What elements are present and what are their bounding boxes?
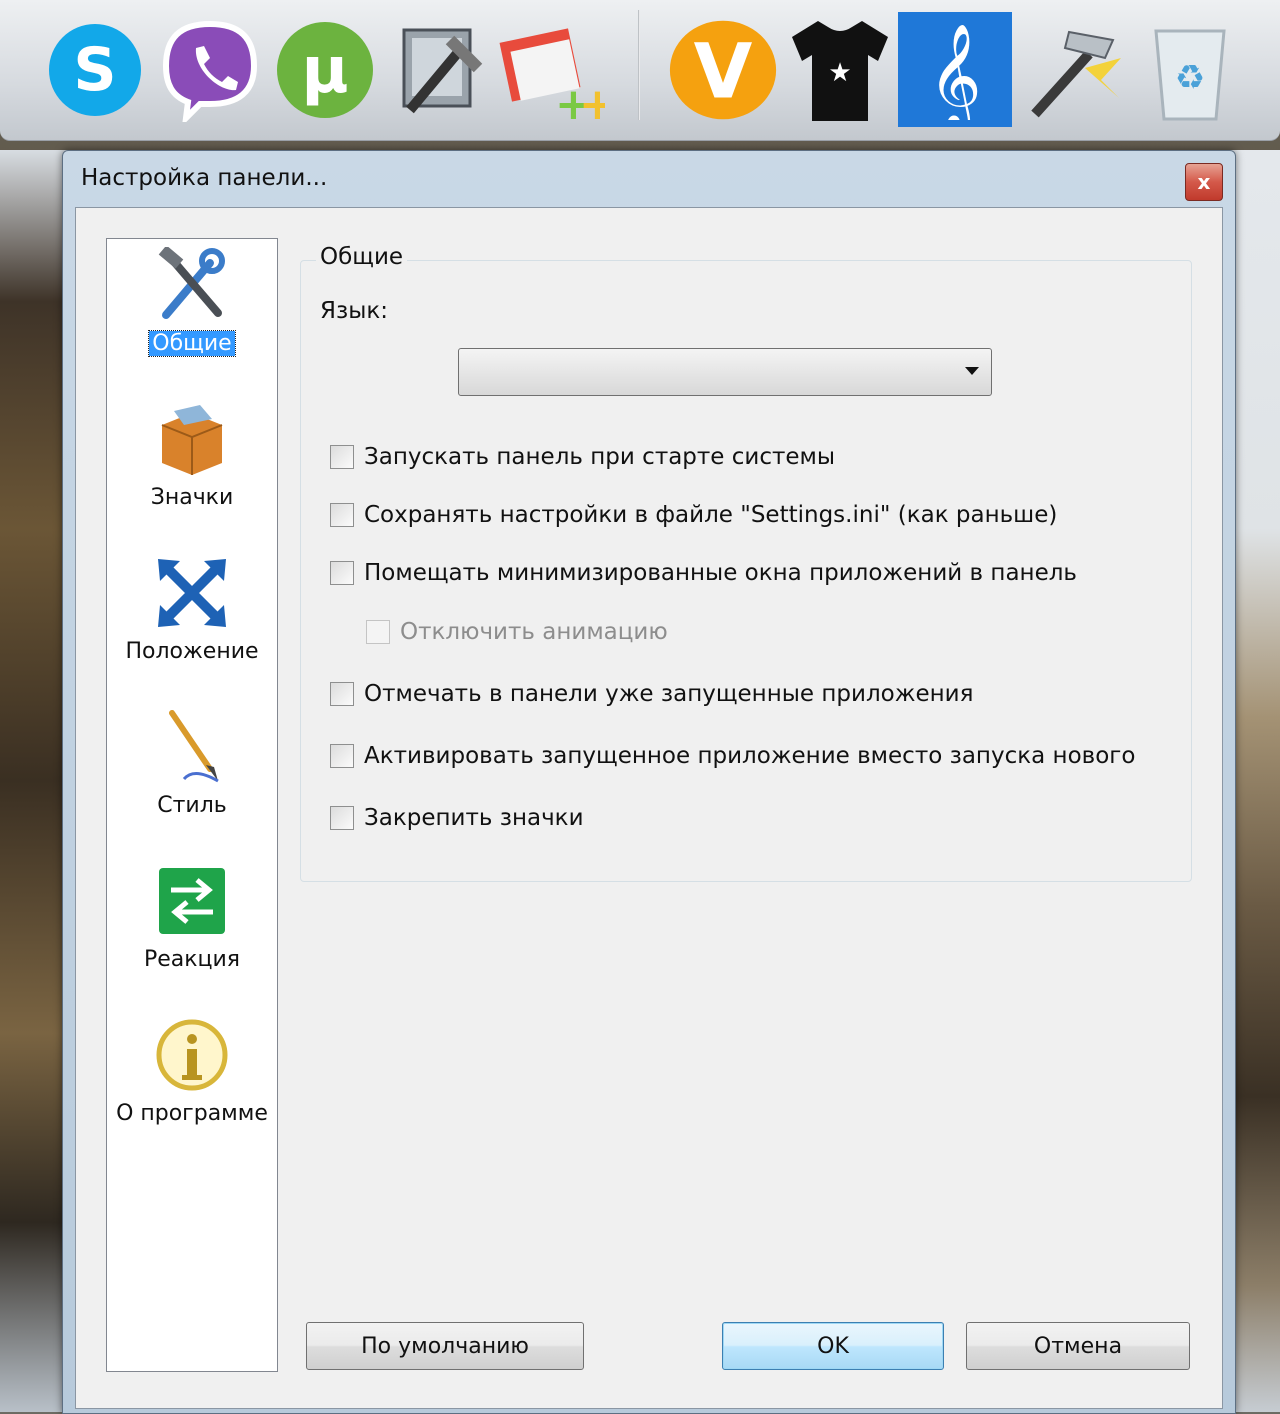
- checkbox[interactable]: [330, 561, 354, 585]
- sidebar-item-reaction[interactable]: Реакция: [107, 861, 277, 1001]
- checkbox: [366, 620, 390, 644]
- option-activate-running[interactable]: Активировать запущенное приложение вмест…: [330, 743, 1135, 769]
- checkbox-label: Отмечать в панели уже запущенные приложе…: [364, 681, 974, 707]
- svg-text:+: +: [579, 79, 605, 125]
- language-label: Язык:: [320, 298, 389, 324]
- sidebar-item-label: Общие: [148, 330, 236, 357]
- checkbox[interactable]: [330, 503, 354, 527]
- dock-panel: S μ + + V ★ 𝄞 ♻: [0, 0, 1280, 141]
- checkbox[interactable]: [330, 445, 354, 469]
- groupbox-title: Общие: [316, 244, 408, 270]
- checkbox-label: Закрепить значки: [364, 805, 584, 831]
- utorrent-icon[interactable]: μ: [270, 12, 380, 127]
- window-title: Настройка панели...: [81, 165, 328, 191]
- svg-text:♻: ♻: [1175, 58, 1205, 98]
- tshirt-icon[interactable]: ★: [785, 12, 895, 127]
- sidebar-item-label: Стиль: [157, 793, 227, 818]
- viber-icon[interactable]: [155, 12, 265, 127]
- notepad-plus-icon[interactable]: + +: [495, 12, 605, 127]
- sidebar-item-about[interactable]: О программе: [107, 1015, 277, 1155]
- tools-icon[interactable]: [385, 12, 495, 127]
- checkbox-label: Помещать минимизированные окна приложени…: [364, 560, 1077, 586]
- tools-icon: [152, 245, 232, 325]
- chevron-down-icon: [965, 367, 979, 375]
- sidebar-item-position[interactable]: Положение: [107, 553, 277, 693]
- desktop-background-left: [0, 150, 70, 1412]
- option-disable-animation: Отключить анимацию: [366, 619, 668, 645]
- sidebar-item-general[interactable]: Общие: [107, 245, 277, 385]
- dock-separator: [638, 10, 640, 120]
- move-arrows-icon: [152, 553, 232, 633]
- hammer-icon[interactable]: [1015, 12, 1125, 127]
- music-note-icon[interactable]: 𝄞: [898, 12, 1012, 127]
- checkbox-label: Запускать панель при старте системы: [364, 444, 836, 470]
- settings-dialog: Настройка панели... x Общие Значки Полож…: [62, 150, 1236, 1414]
- arrows-exchange-icon: [152, 861, 232, 941]
- svg-text:𝄞: 𝄞: [928, 23, 981, 120]
- option-mark-running[interactable]: Отмечать в панели уже запущенные приложе…: [330, 681, 973, 707]
- language-select[interactable]: [458, 348, 992, 396]
- ok-button[interactable]: OK: [722, 1322, 944, 1370]
- dialog-client-area: Общие Значки Положение Стиль Реакция О п…: [75, 207, 1223, 1409]
- svg-text:μ: μ: [301, 34, 348, 108]
- checkbox-label: Сохранять настройки в файле "Settings.in…: [364, 502, 1058, 528]
- svg-text:V: V: [694, 27, 753, 115]
- skype-icon[interactable]: S: [40, 12, 150, 127]
- cancel-button[interactable]: Отмена: [966, 1322, 1190, 1370]
- close-button[interactable]: x: [1185, 163, 1223, 201]
- defaults-button[interactable]: По умолчанию: [306, 1322, 584, 1370]
- option-lock-icons[interactable]: Закрепить значки: [330, 805, 584, 831]
- svg-text:S: S: [73, 35, 116, 105]
- svg-text:★: ★: [828, 58, 851, 88]
- option-minimized-to-panel[interactable]: Помещать минимизированные окна приложени…: [330, 560, 1077, 586]
- sidebar-item-label: Положение: [125, 639, 259, 664]
- checkbox[interactable]: [330, 744, 354, 768]
- box-icon: [152, 399, 232, 479]
- checkbox[interactable]: [330, 682, 354, 706]
- v-app-icon[interactable]: V: [668, 12, 778, 127]
- recycle-bin-icon[interactable]: ♻: [1135, 12, 1245, 127]
- info-icon: [152, 1015, 232, 1095]
- sidebar-item-label: О программе: [116, 1101, 268, 1126]
- settings-sidebar: Общие Значки Положение Стиль Реакция О п…: [106, 238, 278, 1372]
- option-autostart[interactable]: Запускать панель при старте системы: [330, 444, 835, 470]
- sidebar-item-style[interactable]: Стиль: [107, 707, 277, 847]
- checkbox[interactable]: [330, 806, 354, 830]
- checkbox-label: Активировать запущенное приложение вмест…: [364, 743, 1136, 769]
- sidebar-item-label: Реакция: [143, 947, 241, 972]
- sidebar-item-label: Значки: [150, 485, 234, 510]
- checkbox-label: Отключить анимацию: [400, 619, 668, 645]
- sidebar-item-icons[interactable]: Значки: [107, 399, 277, 539]
- option-settings-ini[interactable]: Сохранять настройки в файле "Settings.in…: [330, 502, 1057, 528]
- brush-icon: [152, 707, 232, 787]
